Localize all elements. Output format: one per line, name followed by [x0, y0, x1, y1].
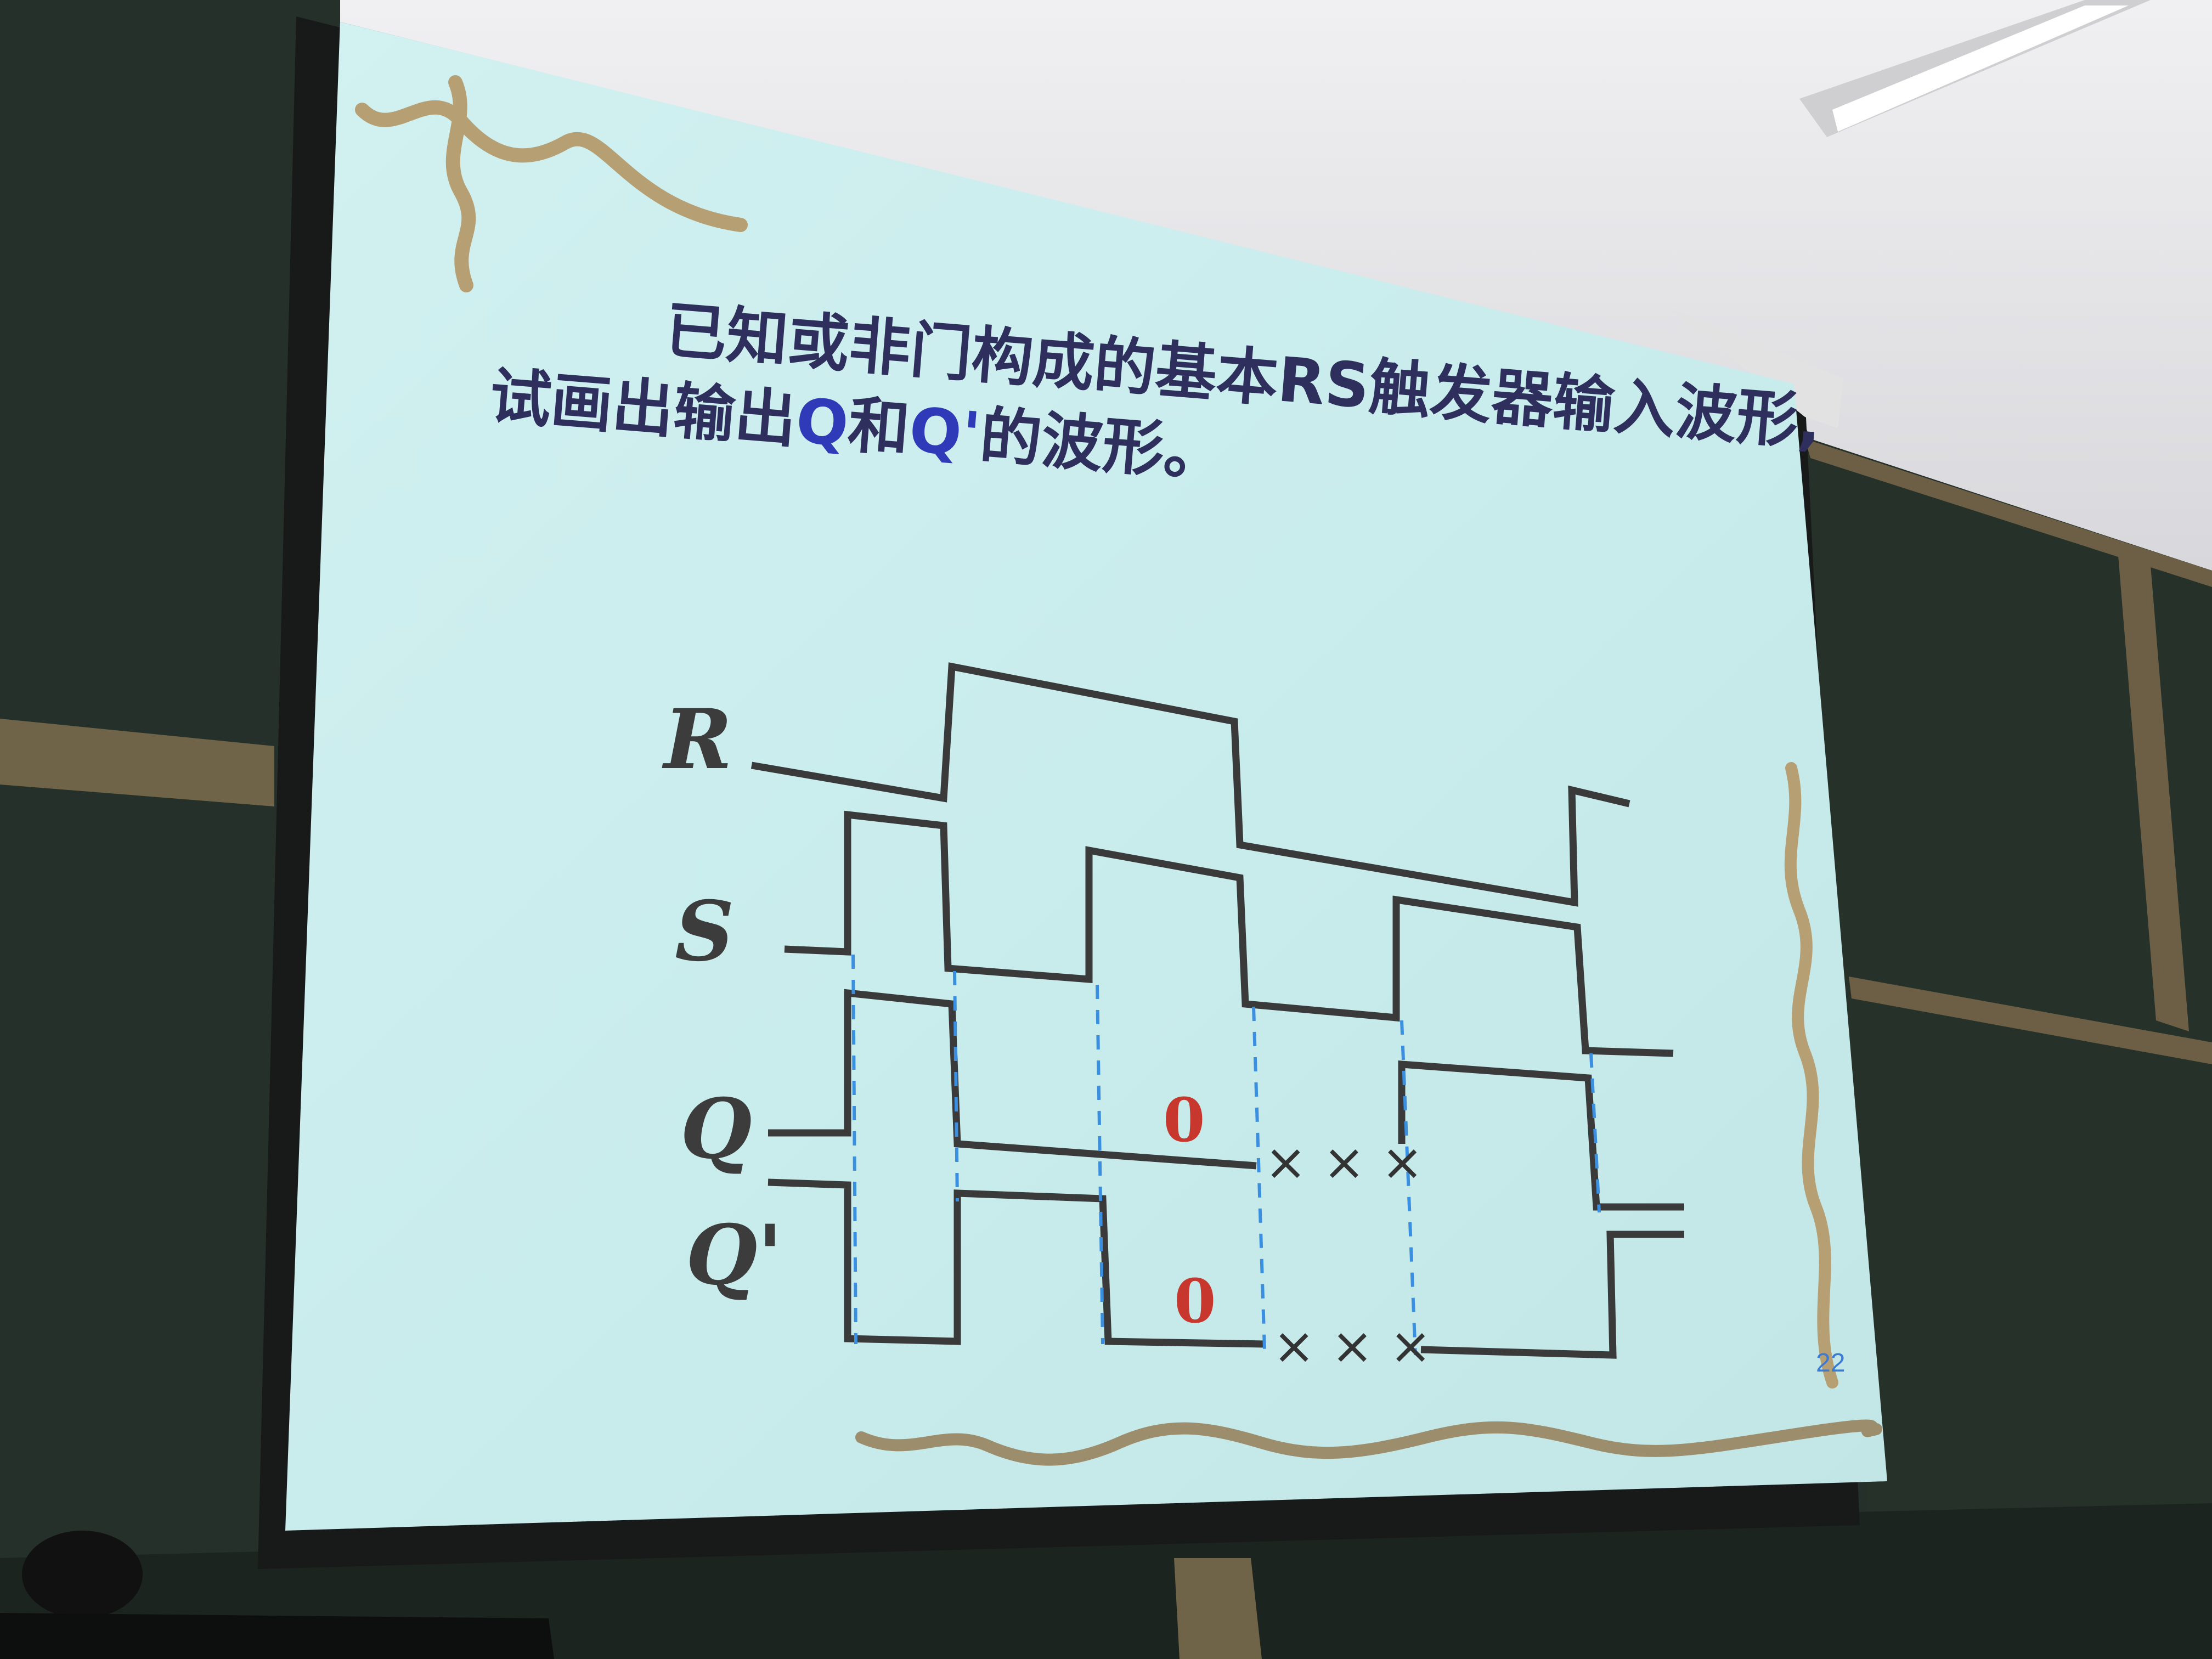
signal-label-s: S — [675, 883, 734, 980]
title-line2-mid: 和 — [845, 390, 912, 466]
lower-frame-post — [1174, 1558, 1262, 1659]
foreground-desk — [0, 1613, 554, 1659]
qprime-undefined-marks: × × × — [1273, 1317, 1432, 1375]
q-zero-mark: 0 — [1163, 1085, 1205, 1155]
q-undefined-marks: × × × — [1265, 1133, 1424, 1192]
classroom-photo: 已知或非门构成的基本RS触发器输入波形, 试画出输出Q和Q'的波形。 R S Q… — [0, 0, 2212, 1659]
photo-canvas: 已知或非门构成的基本RS触发器输入波形, 试画出输出Q和Q'的波形。 R S Q… — [0, 0, 2212, 1659]
title-line2-qprime: Q' — [907, 394, 984, 471]
signal-label-r: R — [662, 691, 732, 788]
signal-label-q: Q — [680, 1081, 752, 1177]
qprime-zero-mark: 0 — [1174, 1266, 1216, 1336]
slide-page-number: 22 — [1816, 1348, 1845, 1378]
title-line2-q: Q — [793, 385, 851, 460]
microphone — [22, 1531, 143, 1618]
signal-label-qprime: Q' — [686, 1207, 783, 1304]
